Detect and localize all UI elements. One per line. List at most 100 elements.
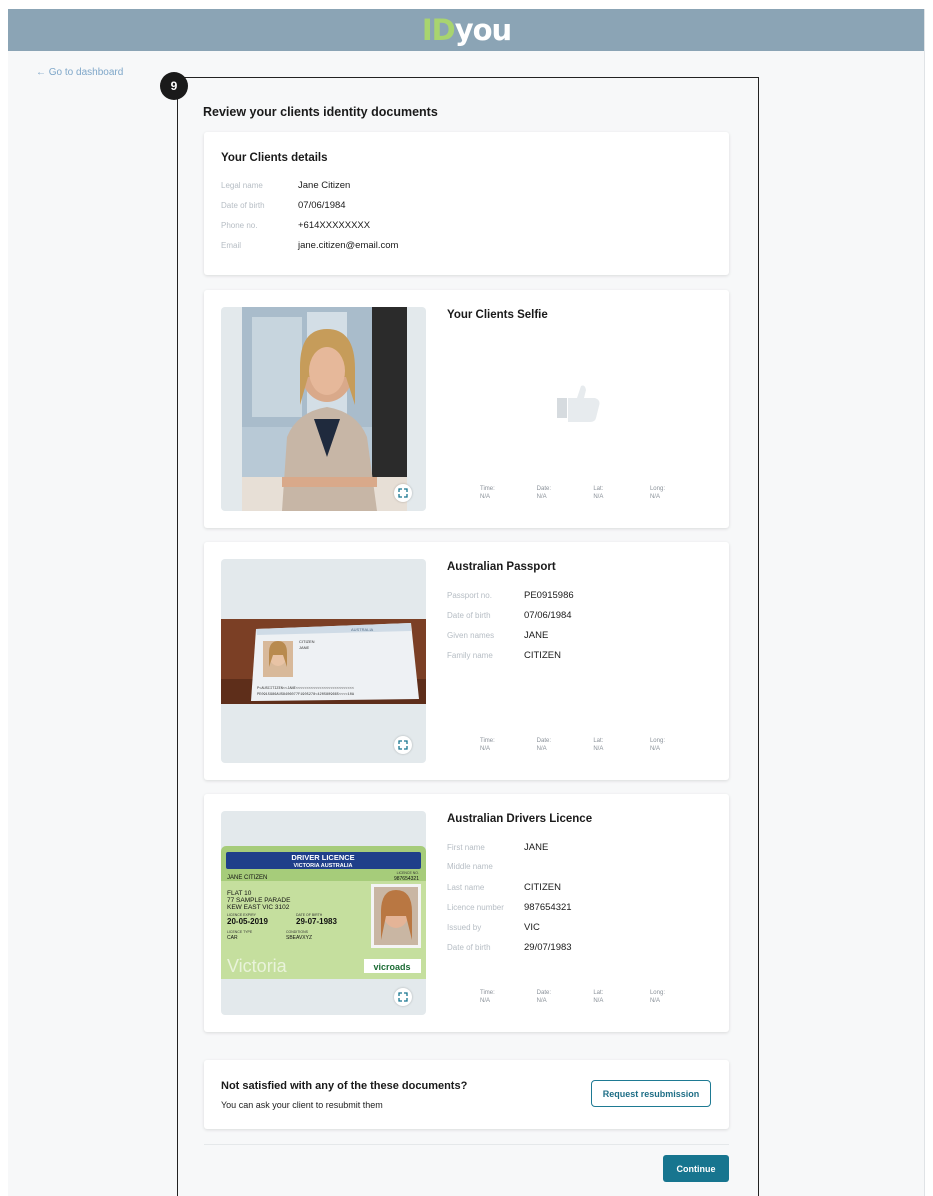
- meta-value: N/A: [480, 746, 491, 752]
- meta-label: Lat:: [593, 486, 604, 492]
- meta-lat: Lat: N/A: [593, 485, 633, 501]
- licence-row-first-name: First name JANE: [447, 842, 548, 853]
- expand-passport-button[interactable]: [394, 736, 412, 754]
- meta-long: Long: N/A: [650, 485, 690, 501]
- meta-label: Date:: [536, 486, 551, 492]
- field-value: 29/07/1983: [524, 942, 572, 953]
- licence-header-2: VICTORIA AUSTRALIA: [293, 863, 352, 869]
- field-value: JANE: [524, 630, 549, 641]
- licence-state-word: Victoria: [227, 956, 288, 976]
- field-label: Family name: [447, 651, 493, 660]
- meta-label: Time:: [480, 990, 495, 996]
- app-frame: IDyou ← Go to dashboard 9 Review your cl…: [8, 9, 925, 1196]
- licence-row-issued-by: Issued by VIC: [447, 922, 540, 933]
- meta-date: Date: N/A: [537, 989, 577, 1005]
- field-label: First name: [447, 843, 485, 852]
- idyou-logo[interactable]: IDyou: [422, 12, 512, 47]
- meta-value: N/A: [649, 494, 660, 500]
- page-title: Review your clients identity documents: [203, 105, 438, 119]
- licence-type: CAR: [227, 935, 238, 941]
- resubmission-title: Not satisfied with any of the these docu…: [221, 1080, 468, 1092]
- passport-meta: Time: N/A Date: N/A Lat: N/A Long: N/A: [480, 737, 690, 753]
- resubmission-subtitle: You can ask your client to resubmit them: [221, 1100, 383, 1110]
- licence-conditions: SBEAVXYZ: [286, 935, 312, 941]
- detail-value: Jane Citizen: [298, 180, 351, 191]
- field-label: Middle name: [447, 862, 493, 871]
- licence-conditions-label: CONDITIONS: [286, 930, 309, 934]
- licence-row-number: Licence number 987654321: [447, 902, 572, 913]
- meta-value: N/A: [593, 998, 604, 1004]
- meta-label: Lat:: [593, 990, 604, 996]
- passport-photo[interactable]: AUSTRALIA CITIZEN JANE P<AUSCITIZEN<<JAN…: [221, 619, 426, 704]
- meta-lat: Lat: N/A: [593, 737, 633, 753]
- field-value: 987654321: [524, 902, 572, 913]
- passport-row-family-name: Family name CITIZEN: [447, 650, 561, 661]
- meta-label: Lat:: [593, 738, 604, 744]
- licence-address-3: KEW EAST VIC 3102: [227, 904, 290, 911]
- continue-button[interactable]: Continue: [663, 1155, 729, 1182]
- detail-label: Email: [221, 241, 242, 250]
- meta-time: Time: N/A: [480, 737, 520, 753]
- meta-long: Long: N/A: [650, 737, 690, 753]
- selfie-photo[interactable]: [242, 307, 407, 511]
- meta-label: Long:: [649, 738, 665, 744]
- step-number-badge: 9: [160, 72, 188, 100]
- field-label: Issued by: [447, 923, 482, 932]
- passport-card: AUSTRALIA CITIZEN JANE P<AUSCITIZEN<<JAN…: [204, 542, 729, 780]
- passport-header-text: AUSTRALIA: [351, 627, 374, 632]
- meta-value: N/A: [593, 494, 604, 500]
- meta-label: Time:: [480, 486, 495, 492]
- licence-image-box: DRIVER LICENCE VICTORIA AUSTRALIA JANE C…: [221, 811, 426, 1015]
- licence-type-label: LICENCE TYPE: [227, 930, 253, 934]
- expand-licence-button[interactable]: [394, 988, 412, 1006]
- meta-lat: Lat: N/A: [593, 989, 633, 1005]
- detail-value: 07/06/1984: [298, 200, 346, 211]
- frame-edge: [924, 9, 925, 1196]
- field-value: CITIZEN: [524, 882, 561, 893]
- passport-mrz-line-2: PE0915986AUS8406077F1905278<4205809665<<…: [257, 692, 355, 697]
- meta-value: N/A: [536, 746, 547, 752]
- field-value: PE0915986: [524, 590, 574, 601]
- expand-icon: [398, 992, 408, 1002]
- licence-vicroads: vicroads: [373, 962, 410, 972]
- licence-header-1: DRIVER LICENCE: [291, 853, 354, 862]
- detail-label: Phone no.: [221, 221, 258, 230]
- licence-expiry: 20-05-2019: [227, 917, 268, 926]
- meta-label: Long:: [649, 486, 665, 492]
- detail-row-dob: Date of birth 07/06/1984: [221, 200, 346, 211]
- meta-value: N/A: [480, 494, 491, 500]
- selfie-card: Your Clients Selfie Time: N/A Date: N/A La…: [204, 290, 729, 528]
- licence-dob: 29-07-1983: [296, 917, 337, 926]
- go-to-dashboard-link[interactable]: ← Go to dashboard: [36, 67, 123, 78]
- field-value: 07/06/1984: [524, 610, 572, 621]
- licence-row-middle-name: Middle name: [447, 862, 524, 871]
- passport-row-dob: Date of birth 07/06/1984: [447, 610, 572, 621]
- licence-row-dob: Date of birth 29/07/1983: [447, 942, 572, 953]
- field-value: CITIZEN: [524, 650, 561, 661]
- logo-you-text: you: [454, 12, 512, 47]
- selfie-meta: Time: N/A Date: N/A Lat: N/A Long: N/A: [480, 485, 690, 501]
- field-label: Given names: [447, 631, 495, 640]
- passport-surname-text: CITIZEN: [299, 639, 315, 644]
- licence-photo[interactable]: DRIVER LICENCE VICTORIA AUSTRALIA JANE C…: [221, 846, 426, 979]
- meta-label: Long:: [649, 990, 665, 996]
- drivers-licence-card: DRIVER LICENCE VICTORIA AUSTRALIA JANE C…: [204, 794, 729, 1032]
- top-bar: IDyou: [8, 9, 925, 51]
- field-value: VIC: [524, 922, 540, 933]
- meta-value: N/A: [649, 998, 660, 1004]
- meta-label: Date:: [536, 738, 551, 744]
- expand-icon: [398, 488, 408, 498]
- meta-value: N/A: [536, 494, 547, 500]
- expand-icon: [398, 740, 408, 750]
- passport-row-given-names: Given names JANE: [447, 630, 548, 641]
- request-resubmission-button[interactable]: Request resubmission: [591, 1080, 711, 1107]
- footer-divider: [204, 1144, 729, 1145]
- licence-row-last-name: Last name CITIZEN: [447, 882, 561, 893]
- thumbs-up-icon: [557, 385, 600, 422]
- passport-image-box: AUSTRALIA CITIZEN JANE P<AUSCITIZEN<<JAN…: [221, 559, 426, 763]
- meta-value: N/A: [649, 746, 660, 752]
- detail-row-email: Email jane.citizen@email.com: [221, 240, 398, 251]
- meta-value: N/A: [593, 746, 604, 752]
- passport-given-text: JANE: [299, 645, 310, 650]
- expand-selfie-button[interactable]: [394, 484, 412, 502]
